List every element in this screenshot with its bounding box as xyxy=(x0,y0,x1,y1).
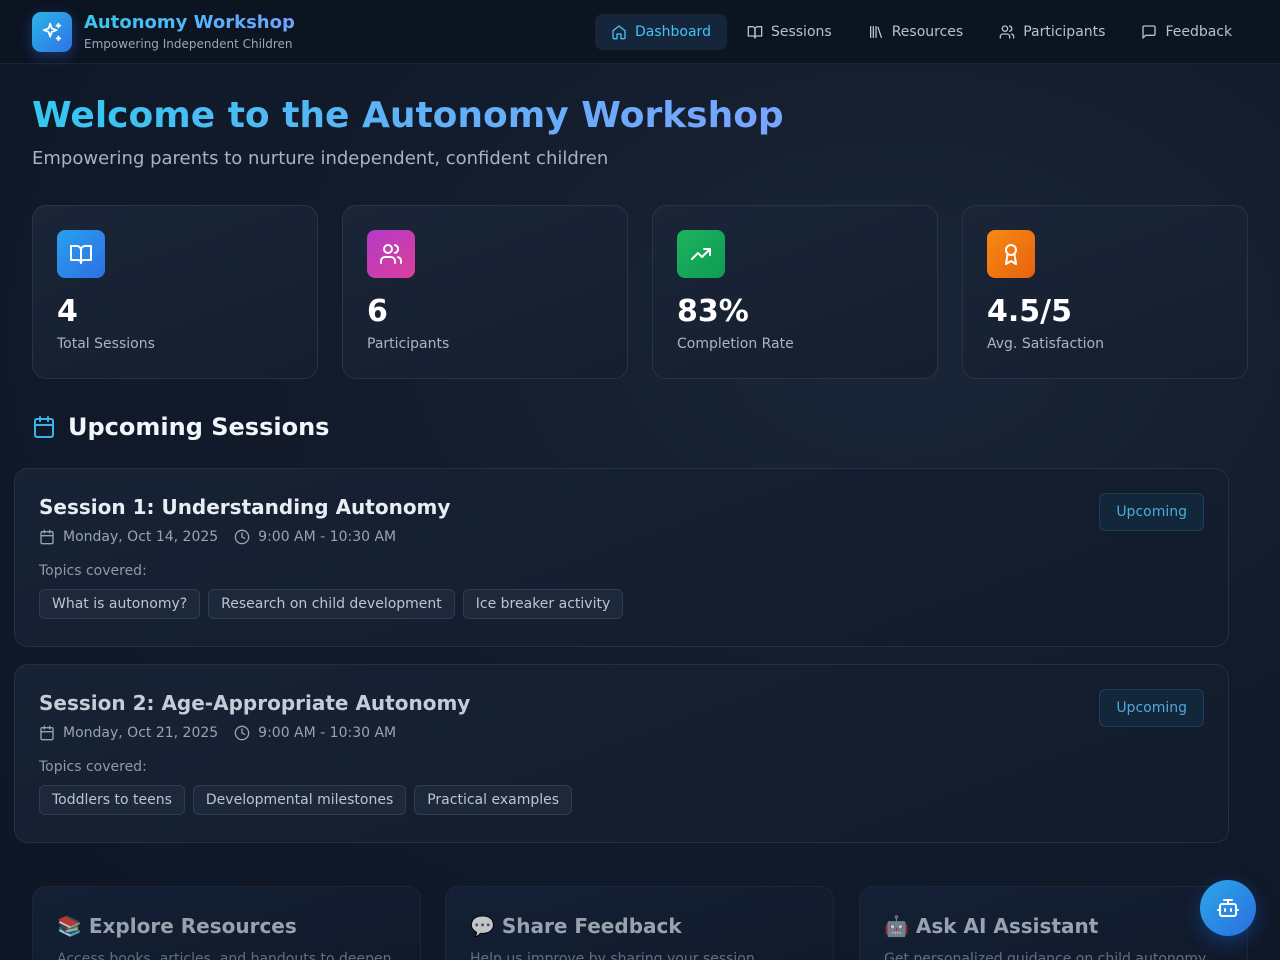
page-subtitle: Empowering parents to nurture independen… xyxy=(32,148,609,169)
nav-label: Sessions xyxy=(770,24,832,40)
ai-assistant-button[interactable] xyxy=(1200,880,1256,936)
stat-label: Avg. Satisfaction xyxy=(987,336,1104,352)
users-icon xyxy=(999,25,1015,39)
upcoming-sessions-header: Upcoming Sessions xyxy=(32,412,329,442)
home-icon xyxy=(612,25,626,40)
message-square-icon xyxy=(1142,25,1157,39)
book-open-icon xyxy=(57,230,105,278)
session-card[interactable]: Session 2: Age-Appropriate Autonomy Mond… xyxy=(14,664,1229,843)
explore-resources-card[interactable]: 📚 Explore Resources Access books, articl… xyxy=(32,886,421,960)
top-navigation-bar: Autonomy Workshop Empowering Independent… xyxy=(0,0,1280,64)
bot-icon xyxy=(1217,899,1239,917)
nav-item-sessions[interactable]: Sessions xyxy=(731,14,848,50)
topics-list: Toddlers to teens Developmental mileston… xyxy=(39,785,1204,815)
brand-subtitle: Empowering Independent Children xyxy=(84,37,293,51)
action-title: 📚 Explore Resources xyxy=(57,914,297,938)
nav-item-feedback[interactable]: Feedback xyxy=(1125,14,1248,50)
action-description: Help us improve by sharing your session xyxy=(470,951,755,960)
nav-label: Participants xyxy=(1023,24,1106,40)
session-date: Monday, Oct 14, 2025 xyxy=(63,529,219,545)
topic-chip: Toddlers to teens xyxy=(39,785,185,815)
book-open-icon xyxy=(747,26,763,39)
stat-value: 4 xyxy=(57,294,78,329)
topics-label: Topics covered: xyxy=(39,759,147,775)
stat-label: Participants xyxy=(367,336,450,352)
stats-row: 4 Total Sessions 6 Participants 83% Comp… xyxy=(32,205,1248,379)
share-feedback-card[interactable]: 💬 Share Feedback Help us improve by shar… xyxy=(445,886,834,960)
topics-label: Topics covered: xyxy=(39,563,147,579)
calendar-icon xyxy=(34,416,54,438)
award-icon xyxy=(987,230,1035,278)
library-icon xyxy=(869,26,882,38)
nav-item-participants[interactable]: Participants xyxy=(983,14,1121,50)
session-title: Session 2: Age-Appropriate Autonomy xyxy=(39,691,471,715)
stat-label: Total Sessions xyxy=(57,336,155,352)
stat-card-completion: 83% Completion Rate xyxy=(652,205,938,379)
page-title: Welcome to the Autonomy Workshop xyxy=(32,95,784,136)
sparkles-icon xyxy=(32,12,72,52)
action-title: 💬 Share Feedback xyxy=(470,914,682,938)
ask-ai-assistant-card[interactable]: 🤖 Ask AI Assistant Get personalized guid… xyxy=(859,886,1248,960)
stat-value: 4.5/5 xyxy=(987,294,1072,329)
topic-chip: Practical examples xyxy=(414,785,573,815)
calendar-icon xyxy=(40,529,54,545)
stat-label: Completion Rate xyxy=(677,336,794,352)
clock-icon xyxy=(234,529,250,545)
brand-title: Autonomy Workshop xyxy=(84,12,295,33)
stat-card-participants: 6 Participants xyxy=(342,205,628,379)
action-description: Get personalized guidance on child auton… xyxy=(884,951,1207,960)
stat-value: 6 xyxy=(367,294,388,329)
section-title: Upcoming Sessions xyxy=(68,413,330,441)
topic-chip: What is autonomy? xyxy=(39,589,201,619)
trending-up-icon xyxy=(677,230,725,278)
clock-icon xyxy=(234,725,250,741)
topic-chip: Research on child development xyxy=(208,589,455,619)
calendar-icon xyxy=(40,725,54,741)
stat-card-satisfaction: 4.5/5 Avg. Satisfaction xyxy=(962,205,1248,379)
status-badge: Upcoming xyxy=(1099,493,1204,531)
session-date: Monday, Oct 21, 2025 xyxy=(63,725,219,741)
session-meta: Monday, Oct 21, 2025 9:00 AM - 10:30 AM xyxy=(39,725,1204,741)
action-description: Access books, articles, and handouts to … xyxy=(57,951,392,960)
nav-label: Dashboard xyxy=(635,24,711,40)
session-time: 9:00 AM - 10:30 AM xyxy=(258,529,397,545)
nav-item-dashboard[interactable]: Dashboard xyxy=(595,14,727,50)
status-badge: Upcoming xyxy=(1099,689,1204,727)
topic-chip: Ice breaker activity xyxy=(462,589,624,619)
nav-item-resources[interactable]: Resources xyxy=(852,14,980,50)
session-meta: Monday, Oct 14, 2025 9:00 AM - 10:30 AM xyxy=(39,529,1204,545)
nav-label: Feedback xyxy=(1165,24,1233,40)
session-card[interactable]: Session 1: Understanding Autonomy Monday… xyxy=(14,468,1229,647)
nav-label: Resources xyxy=(891,24,964,40)
stat-value: 83% xyxy=(677,294,749,329)
session-time: 9:00 AM - 10:30 AM xyxy=(258,725,397,741)
session-title: Session 1: Understanding Autonomy xyxy=(39,495,451,519)
action-title: 🤖 Ask AI Assistant xyxy=(884,914,1099,938)
topic-chip: Developmental milestones xyxy=(192,785,407,815)
users-icon xyxy=(367,230,415,278)
topics-list: What is autonomy? Research on child deve… xyxy=(39,589,1204,619)
brand[interactable]: Autonomy Workshop Empowering Independent… xyxy=(32,12,295,52)
stat-card-sessions: 4 Total Sessions xyxy=(32,205,318,379)
main-nav: Dashboard Sessions Resources Participant… xyxy=(595,14,1252,50)
